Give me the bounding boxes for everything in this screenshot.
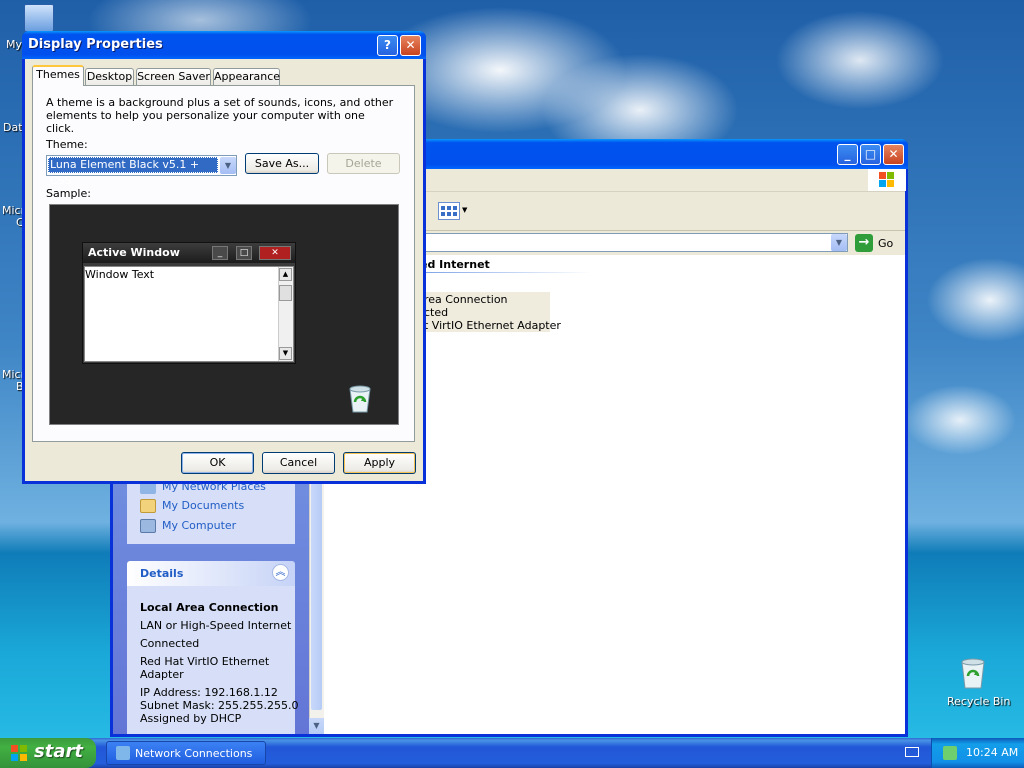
sample-close-icon: ✕ (259, 246, 291, 260)
my-computer-icon[interactable] (24, 4, 54, 32)
details-ip: IP Address: 192.168.1.12 (140, 686, 278, 699)
sample-scroll-down-icon: ▼ (279, 347, 292, 360)
sample-window-text: Window Text (85, 268, 155, 281)
windows-logo-icon (868, 169, 906, 191)
details-assigned: Assigned by DHCP (140, 712, 242, 725)
go-arrow-icon[interactable]: → (855, 234, 873, 252)
network-status-icon[interactable] (943, 746, 957, 760)
close-button[interactable]: ✕ (883, 144, 904, 165)
maximize-button[interactable]: □ (860, 144, 881, 165)
ok-button[interactable]: OK (181, 452, 254, 474)
details-status: Connected (140, 637, 200, 650)
details-connection-type: LAN or High-Speed Internet (140, 619, 292, 632)
apply-button[interactable]: Apply (343, 452, 416, 474)
clock[interactable]: 10:24 AM (966, 746, 1018, 759)
sample-maximize-icon: □ (236, 246, 252, 260)
keyboard-icon[interactable] (905, 747, 919, 757)
theme-label: Theme: (46, 138, 88, 151)
recycle-bin-icon[interactable] (958, 656, 988, 690)
tab-screen-saver[interactable]: Screen Saver (136, 68, 211, 85)
save-as-button[interactable]: Save As... (245, 153, 319, 174)
start-label[interactable]: start (34, 741, 83, 762)
tab-themes[interactable]: Themes (32, 65, 84, 86)
desktop-icon-label[interactable]: Dat (3, 121, 23, 134)
connection-status[interactable]: cted (424, 306, 448, 319)
theme-description: A theme is a background plus a set of so… (46, 96, 394, 135)
sample-window-title: Active Window (88, 246, 180, 259)
group-header: ed Internet (420, 258, 490, 271)
dialog-title: Display Properties (28, 37, 163, 52)
tab-desktop[interactable]: Desktop (85, 68, 134, 85)
chevron-down-icon[interactable]: ▼ (462, 206, 467, 214)
details-title[interactable]: Details (140, 567, 183, 580)
scroll-down-button[interactable]: ▼ (309, 718, 324, 734)
collapse-chevron-icon[interactable]: ︽ (272, 564, 289, 581)
sample-scroll-thumb (279, 285, 292, 301)
scrollbar-thumb[interactable] (311, 480, 322, 710)
my-computer-icon (140, 519, 156, 533)
sample-scroll-up-icon: ▲ (279, 268, 292, 281)
my-documents-icon (140, 499, 156, 513)
tab-appearance[interactable]: Appearance (213, 68, 280, 85)
dialog-close-button[interactable]: ✕ (400, 35, 421, 56)
address-dropdown-button[interactable]: ▼ (831, 234, 847, 251)
details-connection-name: Local Area Connection (140, 601, 279, 614)
connection-name[interactable]: rea Connection (424, 293, 508, 306)
link-my-computer[interactable]: My Computer (162, 519, 236, 532)
details-adapter: Red Hat VirtIO Ethernet (140, 655, 270, 668)
views-icon[interactable] (438, 202, 460, 220)
connection-adapter[interactable]: t VirtIO Ethernet Adapter (424, 319, 561, 332)
chevron-down-icon[interactable]: ▼ (220, 157, 236, 174)
group-header-divider (420, 272, 592, 273)
cancel-button[interactable]: Cancel (262, 452, 335, 474)
go-button-label[interactable]: Go (878, 237, 893, 250)
recycle-bin-label[interactable]: Recycle Bin (947, 695, 1010, 708)
details-adapter-cont: Adapter (140, 668, 184, 681)
theme-select-value[interactable]: Luna Element Black v5.1 + CSS (48, 157, 218, 187)
minimize-button[interactable]: _ (837, 144, 858, 165)
sample-minimize-icon: _ (212, 246, 228, 260)
windows-flag-icon[interactable] (10, 744, 28, 762)
delete-button[interactable]: Delete (327, 153, 400, 174)
recycle-bin-icon (349, 385, 371, 413)
network-connections-icon[interactable] (116, 746, 130, 760)
details-mask: Subnet Mask: 255.255.255.0 (140, 699, 299, 712)
sample-label: Sample: (46, 187, 91, 200)
desktop-icon-label[interactable]: My (6, 38, 22, 51)
taskbar-item-label[interactable]: Network Connections (135, 747, 252, 760)
help-button[interactable]: ? (377, 35, 398, 56)
link-my-documents[interactable]: My Documents (162, 499, 244, 512)
